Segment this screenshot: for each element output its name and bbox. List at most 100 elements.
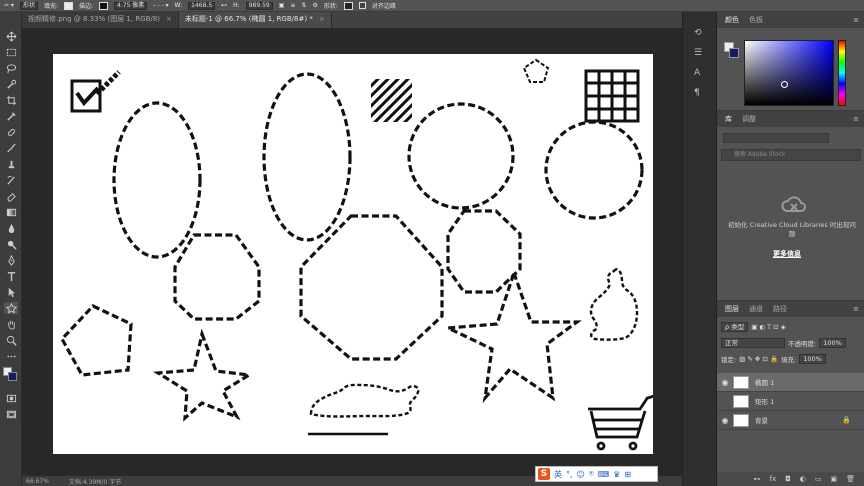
history-brush-icon[interactable] xyxy=(4,174,18,186)
paragraph-panel-icon[interactable]: ¶ xyxy=(694,88,706,100)
ime-mode[interactable]: 英 xyxy=(554,469,562,480)
w-input[interactable]: 1468.5 xyxy=(188,1,216,10)
panel-menu-icon[interactable]: ≡ xyxy=(853,16,859,24)
pentagon-shape xyxy=(60,304,133,377)
canvas-area[interactable] xyxy=(22,28,682,464)
tab-swatches[interactable]: 色板 xyxy=(749,15,763,25)
stroke-swatch[interactable] xyxy=(99,1,109,10)
path-arrange-icon[interactable]: ⇅ xyxy=(301,2,306,9)
sogou-icon[interactable]: S xyxy=(538,468,550,480)
crop-tool-icon[interactable] xyxy=(4,94,18,106)
hue-slider[interactable] xyxy=(838,40,846,106)
lasso-tool-icon[interactable] xyxy=(4,62,18,74)
align-edges-checkbox[interactable] xyxy=(358,2,366,9)
canvas-shapes xyxy=(60,58,655,451)
healing-brush-icon[interactable] xyxy=(4,126,18,138)
path-ops-icon[interactable]: ▣ xyxy=(279,2,285,9)
menu-icon[interactable]: ⊞ xyxy=(624,470,631,479)
more-info-link[interactable]: 更多信息 xyxy=(773,249,801,259)
punct-icon[interactable]: °, xyxy=(566,470,573,479)
emoji-icon[interactable]: ☺ xyxy=(577,470,585,479)
tab-paths[interactable]: 路径 xyxy=(773,304,787,314)
panel-menu-icon[interactable]: ≡ xyxy=(853,115,859,123)
filter-icons[interactable]: ▣ ◐ T ⊡ ◈ xyxy=(751,323,786,331)
eyedropper-icon[interactable] xyxy=(4,110,18,122)
tab-video-retouch[interactable]: 视频精修.png @ 8.33% (图层 1, RGB/8) × xyxy=(22,12,179,28)
trash-icon[interactable]: 🗑 xyxy=(846,475,855,483)
layer-row-rect-1[interactable]: ​ 矩形 1 xyxy=(717,392,864,411)
stock-search-input[interactable]: 搜索 Adobe Stock xyxy=(721,149,861,161)
eye-icon[interactable]: ◉ xyxy=(717,416,733,425)
pen-tool-icon[interactable] xyxy=(4,254,18,266)
shape-picker[interactable] xyxy=(343,1,353,10)
fx-icon[interactable]: fx xyxy=(770,475,777,483)
blur-tool-icon[interactable] xyxy=(4,222,18,234)
fill-swatch[interactable] xyxy=(64,1,73,10)
custom-shape-tool-icon[interactable] xyxy=(4,302,18,314)
hidden-eye-slot[interactable]: ​ xyxy=(717,397,733,406)
opacity-input[interactable]: 100% xyxy=(819,338,846,348)
mic-icon[interactable]: ⍟ xyxy=(589,469,594,479)
tab-label: 视频精修.png @ 8.33% (图层 1, RGB/8) xyxy=(28,15,160,23)
link-layers-icon[interactable]: ⊷ xyxy=(754,475,761,483)
eye-icon[interactable]: ◉ xyxy=(717,378,733,387)
marquee-tool-icon[interactable] xyxy=(4,46,18,58)
type-tool-icon[interactable] xyxy=(4,270,18,282)
tab-untitled-1[interactable]: 未标题-1 @ 66.7% (椭圆 1, RGB/8#) * × xyxy=(178,12,332,28)
pen-tool-icon[interactable]: ✑ ▾ xyxy=(4,2,14,9)
link-icon[interactable]: ⊷ xyxy=(221,2,227,9)
keyboard-icon[interactable]: ⌨ xyxy=(598,470,610,479)
brush-tool-icon[interactable] xyxy=(4,142,18,154)
color-picker-ring[interactable] xyxy=(781,81,788,88)
character-panel-icon[interactable]: A xyxy=(694,68,706,80)
shape-mode-select[interactable]: 形状 xyxy=(19,1,38,10)
ime-toolbar[interactable]: S 英 °, ☺ ⍟ ⌨ ♛ ⊞ xyxy=(535,466,658,482)
hand-tool-icon[interactable] xyxy=(4,318,18,330)
close-icon[interactable]: × xyxy=(319,12,325,28)
fill-label: 填充: xyxy=(781,356,797,364)
quick-select-icon[interactable] xyxy=(4,78,18,90)
layer-row-background[interactable]: ◉ 背景 🔒 xyxy=(717,411,864,430)
new-layer-icon[interactable]: ▣ xyxy=(830,475,837,483)
move-tool-icon[interactable] xyxy=(4,30,18,42)
properties-panel-icon[interactable]: ☰ xyxy=(694,48,706,60)
panel-menu-icon[interactable]: ≡ xyxy=(853,305,859,313)
gear-icon[interactable]: ⚙ xyxy=(312,2,317,9)
library-select[interactable] xyxy=(723,133,829,143)
dodge-tool-icon[interactable] xyxy=(4,238,18,250)
path-select-icon[interactable] xyxy=(4,286,18,298)
tab-layers[interactable]: 图层 xyxy=(725,304,739,314)
fill-input[interactable]: 100% xyxy=(799,354,826,364)
add-mask-icon[interactable]: ◘ xyxy=(785,475,791,483)
layer-thumbnail xyxy=(733,413,749,427)
gradient-tool-icon[interactable] xyxy=(4,206,18,218)
tab-channels[interactable]: 通道 xyxy=(749,304,763,314)
new-group-icon[interactable]: ▭ xyxy=(815,475,822,483)
tab-libraries[interactable]: 库 xyxy=(725,114,732,124)
skin-icon[interactable]: ♛ xyxy=(613,470,620,479)
lock-icons[interactable]: ▨ ✎ ✥ ⊡ 🔒 xyxy=(739,355,778,363)
screen-mode-icon[interactable] xyxy=(4,408,18,420)
h-input[interactable]: 989.59 xyxy=(245,1,273,10)
zoom-level[interactable]: 66.67% xyxy=(26,478,49,485)
clone-stamp-icon[interactable] xyxy=(4,158,18,170)
more-tools-icon[interactable] xyxy=(4,350,18,362)
adjustment-layer-icon[interactable]: ◐ xyxy=(800,475,806,483)
zoom-tool-icon[interactable] xyxy=(4,334,18,346)
background-color-swatch[interactable] xyxy=(8,372,17,381)
path-align-icon[interactable]: ≡ xyxy=(290,2,295,9)
stroke-width-input[interactable]: 4.75 像素 xyxy=(114,1,148,10)
layer-row-ellipse-1[interactable]: ◉ 椭圆 1 xyxy=(717,373,864,392)
close-icon[interactable]: × xyxy=(166,12,172,28)
history-panel-icon[interactable]: ⟲ xyxy=(694,28,706,40)
tab-color[interactable]: 颜色 xyxy=(725,15,739,25)
blend-mode-select[interactable]: 正常 xyxy=(721,338,785,348)
quick-mask-icon[interactable] xyxy=(4,392,18,404)
eraser-tool-icon[interactable] xyxy=(4,190,18,202)
tab-adjustments[interactable]: 调整 xyxy=(742,114,756,124)
bg-color-swatch[interactable] xyxy=(729,48,739,58)
stroke-type-select[interactable]: - - - ▾ xyxy=(153,2,168,9)
color-spectrum[interactable] xyxy=(744,40,834,106)
kind-filter-select[interactable]: ρ 类型 xyxy=(721,322,749,332)
document-canvas[interactable] xyxy=(53,54,655,454)
